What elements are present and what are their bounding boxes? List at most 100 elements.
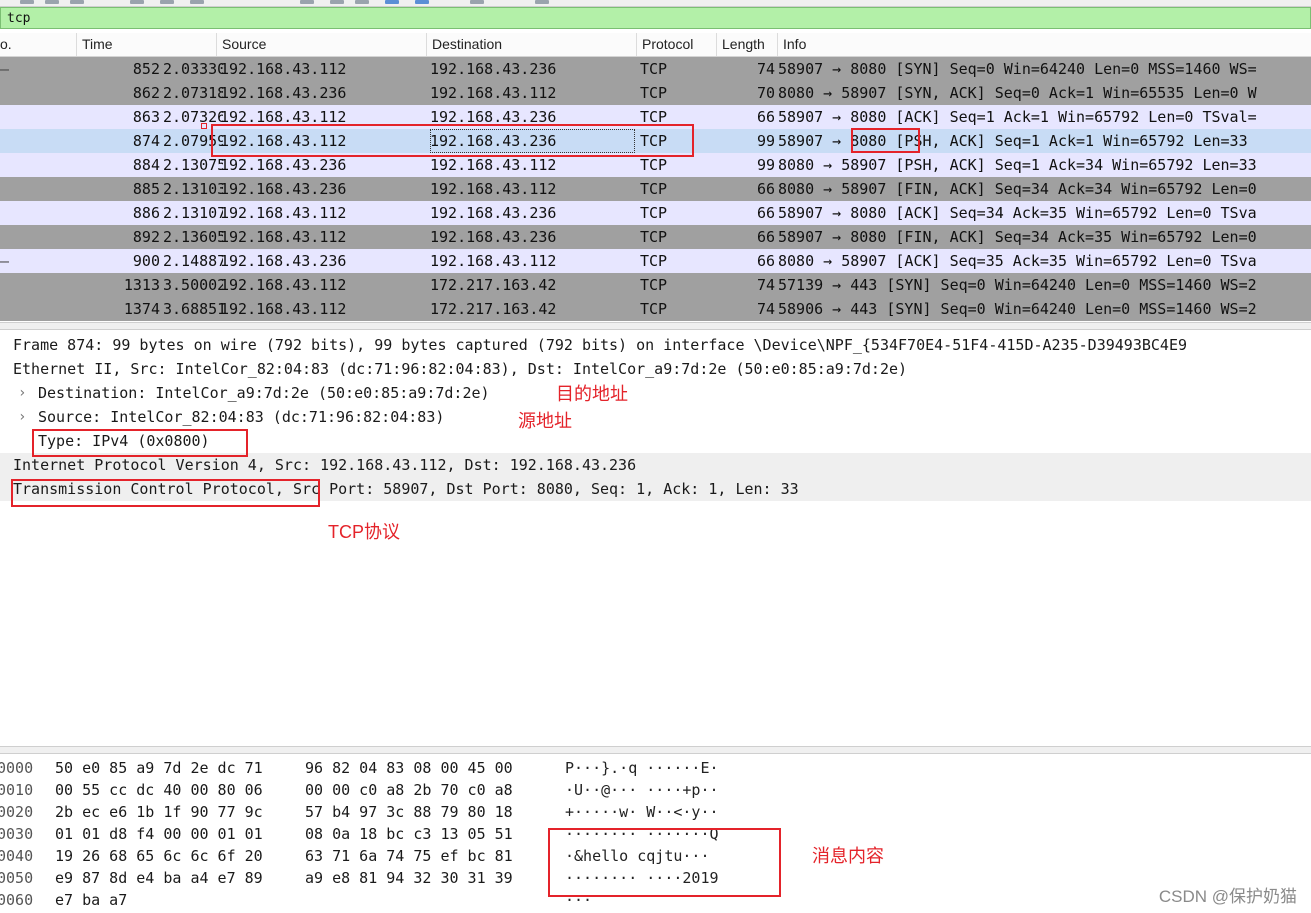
- packet-row[interactable]: 8622.073180192.168.43.236 192.168.43.112 T…: [0, 81, 1311, 105]
- hex-bytes: e7 ba a7: [55, 891, 128, 909]
- toolbar-button[interactable]: [470, 0, 484, 4]
- packet-info: 58907 → 8080 [SYN] Seq=0 Win=64240 Len=0…: [778, 60, 1257, 78]
- toolbar-button[interactable]: [45, 0, 59, 4]
- hex-bytes: 2b ec e6 1b 1f 90 77 9c: [55, 803, 263, 821]
- hex-bytes: a9 e8 81 94 32 30 31 39: [305, 869, 513, 887]
- packet-info: 8080 → 58907 [SYN, ACK] Seq=0 Ack=1 Win=…: [778, 84, 1257, 102]
- annotation-box-tcp: [11, 479, 320, 507]
- conversation-marker-icon: –: [0, 60, 10, 78]
- toolbar-button[interactable]: [330, 0, 344, 4]
- hex-bytes: 00 00 c0 a8 2b 70 c0 a8: [305, 781, 513, 799]
- hex-row[interactable]: 0020 2b ec e6 1b 1f 90 77 9c 57 b4 97 3c 8…: [0, 801, 1311, 823]
- hex-ascii: P···}.·q ······E·: [565, 759, 719, 777]
- packet-row[interactable]: 8522.033304192.168.43.112 192.168.43.236 T…: [0, 57, 1311, 81]
- column-header-destination[interactable]: Destination: [427, 33, 637, 56]
- packet-protocol: TCP: [640, 180, 668, 198]
- toolbar-button[interactable]: [355, 0, 369, 4]
- packet-no: 884: [132, 156, 160, 174]
- hex-bytes: 19 26 68 65 6c 6c 6f 20: [55, 847, 263, 865]
- packet-no: 900: [132, 252, 160, 270]
- toolbar-button[interactable]: [20, 0, 34, 4]
- packet-protocol: TCP: [640, 60, 668, 78]
- packet-row[interactable]: 8852.131037192.168.43.236 192.168.43.112 T…: [0, 177, 1311, 201]
- packet-info: 58907 → 8080 [ACK] Seq=34 Ack=35 Win=657…: [778, 204, 1257, 222]
- detail-tree-item[interactable]: Ethernet II, Src: IntelCor_82:04:83 (dc:…: [0, 357, 1311, 381]
- packet-row[interactable]: 13743.688511192.168.43.112 172.217.163.42…: [0, 297, 1311, 321]
- packet-row[interactable]: 13133.500026192.168.43.112 172.217.163.42…: [0, 273, 1311, 297]
- packet-destination: 192.168.43.236: [430, 204, 557, 222]
- toolbar-button[interactable]: [70, 0, 84, 4]
- packet-info: 8080 → 58907 [PSH, ACK] Seq=1 Ack=34 Win…: [778, 156, 1257, 174]
- pane-splitter[interactable]: [0, 322, 1311, 330]
- packet-no: 863: [132, 108, 160, 126]
- packet-row[interactable]: 9002.148873192.168.43.236 192.168.43.112 T…: [0, 249, 1311, 273]
- annotation-label-src: 源地址: [518, 411, 572, 431]
- packet-row[interactable]: 8922.136056192.168.43.112 192.168.43.236 T…: [0, 225, 1311, 249]
- expand-arrow-icon[interactable]: ›: [18, 405, 26, 429]
- column-header-source[interactable]: Source: [217, 33, 427, 56]
- hex-bytes: 96 82 04 83 08 00 45 00: [305, 759, 513, 777]
- annotation-label-message: 消息内容: [812, 846, 884, 866]
- hex-row[interactable]: 0000 50 e0 85 a9 7d 2e dc 71 96 82 04 83 0…: [0, 757, 1311, 779]
- packet-length: 74: [756, 276, 775, 294]
- packet-destination: 172.217.163.42: [430, 300, 557, 318]
- column-header-protocol[interactable]: Protocol: [637, 33, 717, 56]
- detail-text: Destination: IntelCor_a9:7d:2e (50:e0:85…: [38, 384, 490, 402]
- packet-info: 58907 → 8080 [ACK] Seq=1 Ack=1 Win=65792…: [778, 108, 1257, 126]
- detail-tree-item[interactable]: › Destination: IntelCor_a9:7d:2e (50:e0:8…: [0, 381, 1311, 405]
- detail-tree-item[interactable]: › Source: IntelCor_82:04:83 (dc:71:96:82:…: [0, 405, 1311, 429]
- packet-length: 74: [756, 300, 775, 318]
- column-header-time[interactable]: Time: [77, 33, 217, 56]
- packet-no: 852: [132, 60, 160, 78]
- packet-no: 874: [132, 132, 160, 150]
- packet-length: 74: [756, 60, 775, 78]
- packet-time: 2.073180: [163, 84, 223, 102]
- detail-tree-item[interactable]: Frame 874: 99 bytes on wire (792 bits), …: [0, 333, 1311, 357]
- packet-length: 99: [756, 132, 775, 150]
- toolbar-button[interactable]: [300, 0, 314, 4]
- packet-info: 8080 → 58907 [ACK] Seq=35 Ack=35 Win=657…: [778, 252, 1257, 270]
- packet-protocol: TCP: [640, 84, 668, 102]
- hex-bytes: 08 0a 18 bc c3 13 05 51: [305, 825, 513, 843]
- column-header-no[interactable]: o.: [0, 33, 77, 56]
- packet-destination: 192.168.43.112: [430, 252, 557, 270]
- packet-destination: 192.168.43.236: [430, 60, 557, 78]
- packet-length: 66: [756, 204, 775, 222]
- toolbar-button[interactable]: [415, 0, 429, 4]
- hex-offset: 0030: [0, 825, 34, 843]
- packet-info: 58906 → 443 [SYN] Seq=0 Win=64240 Len=0 …: [778, 300, 1257, 318]
- packet-no: 885: [132, 180, 160, 198]
- hex-bytes: e9 87 8d e4 ba a4 e7 89: [55, 869, 263, 887]
- hex-offset: 0050: [0, 869, 34, 887]
- toolbar-button[interactable]: [535, 0, 549, 4]
- packet-source: 192.168.43.112: [220, 276, 347, 294]
- packet-time: 3.500026: [163, 276, 223, 294]
- packet-info: 57139 → 443 [SYN] Seq=0 Win=64240 Len=0 …: [778, 276, 1257, 294]
- hex-ascii: ·U··@··· ····+p··: [565, 781, 719, 799]
- toolbar-button[interactable]: [385, 0, 399, 4]
- packet-destination: 192.168.43.236: [430, 228, 557, 246]
- column-header-length[interactable]: Length: [717, 33, 778, 56]
- toolbar-button[interactable]: [130, 0, 144, 4]
- annotation-mark: [201, 123, 207, 129]
- expand-arrow-icon[interactable]: ›: [18, 381, 26, 405]
- conversation-marker-icon: –: [0, 252, 10, 270]
- display-filter-input[interactable]: [3, 9, 1301, 27]
- hex-bytes: 00 55 cc dc 40 00 80 06: [55, 781, 263, 799]
- packet-time: 2.131071: [163, 204, 223, 222]
- packet-protocol: TCP: [640, 204, 668, 222]
- packet-source: 192.168.43.112: [220, 300, 347, 318]
- column-header-info[interactable]: Info: [778, 33, 1311, 56]
- packet-row[interactable]: 8862.131071192.168.43.112 192.168.43.236 T…: [0, 201, 1311, 225]
- packet-no: 1374: [123, 300, 160, 318]
- pane-splitter[interactable]: [0, 746, 1311, 754]
- toolbar-button[interactable]: [160, 0, 174, 4]
- toolbar-button[interactable]: [190, 0, 204, 4]
- packet-no: 862: [132, 84, 160, 102]
- hex-row[interactable]: 0010 00 55 cc dc 40 00 80 06 00 00 c0 a8 2…: [0, 779, 1311, 801]
- display-filter-bar: [0, 7, 1311, 29]
- packet-destination: 192.168.43.112: [430, 180, 557, 198]
- packet-time: 2.131037: [163, 180, 223, 198]
- packet-details-pane: Frame 874: 99 bytes on wire (792 bits), …: [0, 332, 1311, 746]
- detail-text: Source: IntelCor_82:04:83 (dc:71:96:82:0…: [38, 408, 445, 426]
